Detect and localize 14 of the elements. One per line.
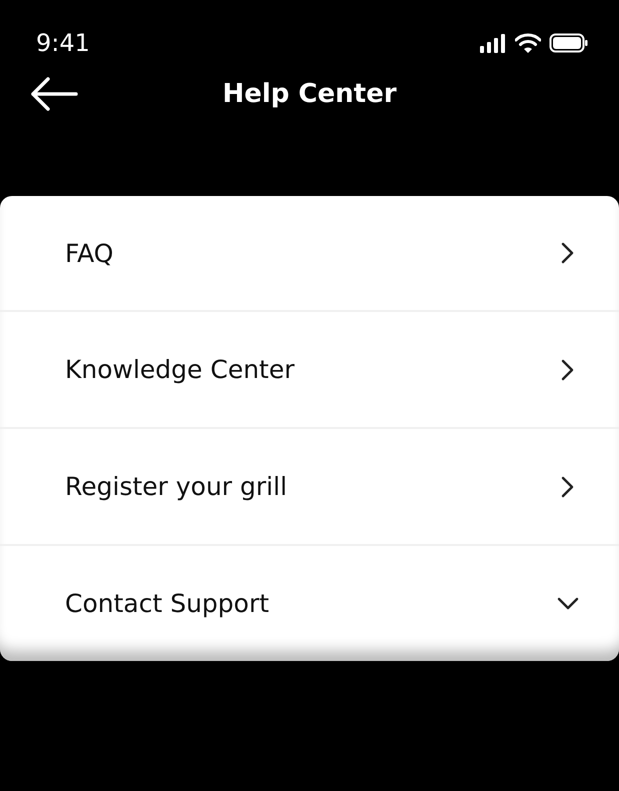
status-time: 9:41 <box>36 29 90 57</box>
menu-item[interactable]: Contact Support <box>0 546 619 661</box>
chevron-right-icon <box>561 476 575 498</box>
page-title: Help Center <box>222 79 397 109</box>
back-arrow-icon[interactable] <box>30 77 78 111</box>
signal-icon <box>479 33 507 53</box>
chevron-right-icon <box>561 242 575 264</box>
menu-item[interactable]: Knowledge Center <box>0 312 619 429</box>
menu-item[interactable]: FAQ <box>0 196 619 312</box>
chevron-right-icon <box>561 358 575 380</box>
wifi-icon <box>515 33 541 53</box>
chevron-down-icon <box>557 596 579 610</box>
battery-icon <box>549 33 589 53</box>
menu-item[interactable]: Register your grill <box>0 429 619 546</box>
